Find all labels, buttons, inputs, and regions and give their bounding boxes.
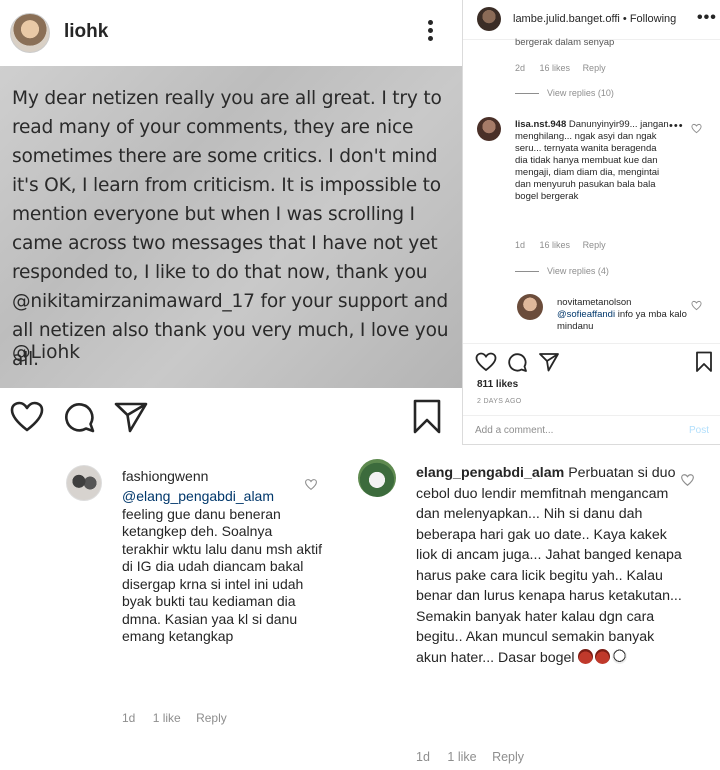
comment-time: 1d [122, 711, 136, 725]
avatar[interactable] [517, 294, 543, 320]
comment-body: @elang_pengabdi_alam feeling gue danu be… [122, 488, 322, 646]
comment-body: elang_pengabdi_alam Perbuatan si duo ceb… [416, 463, 688, 668]
comment-meta: 1d 16 likes Reply [515, 240, 606, 250]
avatar[interactable] [66, 465, 102, 501]
add-comment-input[interactable]: Add a comment... [475, 425, 553, 436]
divider-line [515, 93, 539, 94]
comment-likes[interactable]: 16 likes [540, 240, 571, 250]
comment-card-right: elang_pengabdi_alam Perbuatan si duo ceb… [342, 447, 720, 770]
comments-panel-header: lambe.julid.banget.offi • Following ••• [463, 0, 720, 40]
skull-emoji-icon [612, 648, 628, 664]
share-icon[interactable] [539, 352, 559, 372]
heart-icon[interactable] [10, 401, 44, 433]
reply-username[interactable]: novitametanolson [557, 297, 631, 308]
comment-username[interactable]: elang_pengabdi_alam [416, 465, 564, 481]
comment-time: 1d [515, 240, 526, 250]
post-username[interactable]: liohk [64, 21, 108, 43]
comment-icon[interactable] [507, 352, 527, 372]
comment-username[interactable]: fashiongwenn [122, 468, 208, 484]
post-action-bar [0, 395, 462, 441]
comment-likes[interactable]: 1 like [447, 750, 476, 764]
comment-icon[interactable] [63, 401, 95, 433]
avatar[interactable] [477, 7, 501, 31]
reply-button[interactable]: Reply [583, 240, 606, 250]
comment-cut-text: bergerak dalam senyap [515, 37, 615, 47]
comment-time: 2d [515, 63, 526, 73]
post-date: 2 DAYS AGO [477, 398, 522, 405]
comment-likes[interactable]: 16 likes [540, 63, 571, 73]
post-image-text: My dear netizen really you are all great… [12, 88, 449, 370]
comment-card-left: fashiongwenn @elang_pengabdi_alam feelin… [0, 447, 340, 770]
heart-icon[interactable] [475, 352, 497, 372]
avatar[interactable] [10, 13, 50, 53]
more-icon[interactable]: ••• [669, 120, 684, 132]
reply-button[interactable]: Reply [196, 711, 227, 725]
mention-link[interactable]: @elang_pengabdi_alam [122, 488, 322, 506]
comment-time: 1d [416, 750, 430, 764]
mention-link[interactable]: @sofieaffandi [557, 309, 615, 320]
comment-text-part: jangan menghilang... ngak asyi dan ngak … [515, 119, 669, 202]
divider-line [463, 343, 720, 344]
reply-button[interactable]: Reply [492, 750, 524, 764]
add-comment-bar: Add a comment... Post [463, 415, 720, 445]
bookmark-icon[interactable] [412, 399, 442, 435]
devil-emoji-icon [595, 648, 611, 664]
comments-panel: lambe.julid.banget.offi • Following ••• … [462, 0, 720, 445]
separator-dot: • [622, 13, 627, 25]
reply-text: novitametanolson @sofieaffandi info ya m… [557, 297, 689, 333]
post-image-signature: @Liohk [12, 342, 81, 363]
comment-likes[interactable]: 1 like [153, 711, 181, 725]
avatar[interactable] [358, 459, 396, 497]
panel-header-text: lambe.julid.banget.offi • Following [513, 13, 676, 25]
more-icon[interactable] [420, 18, 440, 46]
comment-username[interactable]: lisa.nst.948 [515, 119, 566, 130]
more-icon[interactable]: ••• [697, 9, 717, 27]
post-button[interactable]: Post [689, 425, 709, 436]
bookmark-icon[interactable] [695, 351, 713, 373]
comment-text: feeling gue danu beneran ketangkep deh. … [122, 505, 322, 645]
comment-text: lisa.nst.948 Danunyinyir99... jangan men… [515, 119, 671, 203]
likes-count[interactable]: 811 likes [477, 379, 518, 390]
devil-emoji-icon [578, 648, 594, 664]
comment-meta: 2d 16 likes Reply [515, 63, 606, 73]
share-icon[interactable] [114, 401, 148, 433]
heart-icon[interactable] [691, 300, 702, 311]
reply-button[interactable]: Reply [583, 63, 606, 73]
heart-icon[interactable] [691, 123, 702, 134]
following-button[interactable]: Following [630, 13, 676, 25]
comment-text: Perbuatan si duo cebol duo lendir memfit… [416, 465, 682, 666]
comment-meta: 1d 1 like Reply [416, 750, 524, 764]
post-panel: liohk My dear netizen really you are all… [0, 0, 462, 445]
comment-meta: 1d 1 like Reply [122, 711, 227, 725]
divider-line [515, 271, 539, 272]
panel-username[interactable]: lambe.julid.banget.offi [513, 13, 620, 25]
view-replies-button[interactable]: View replies (10) [547, 88, 614, 98]
avatar[interactable] [477, 117, 501, 141]
view-replies-button[interactable]: View replies (4) [547, 266, 609, 276]
comment-text-part: Danunyinyir99... [568, 119, 638, 130]
post-header: liohk [0, 0, 462, 66]
